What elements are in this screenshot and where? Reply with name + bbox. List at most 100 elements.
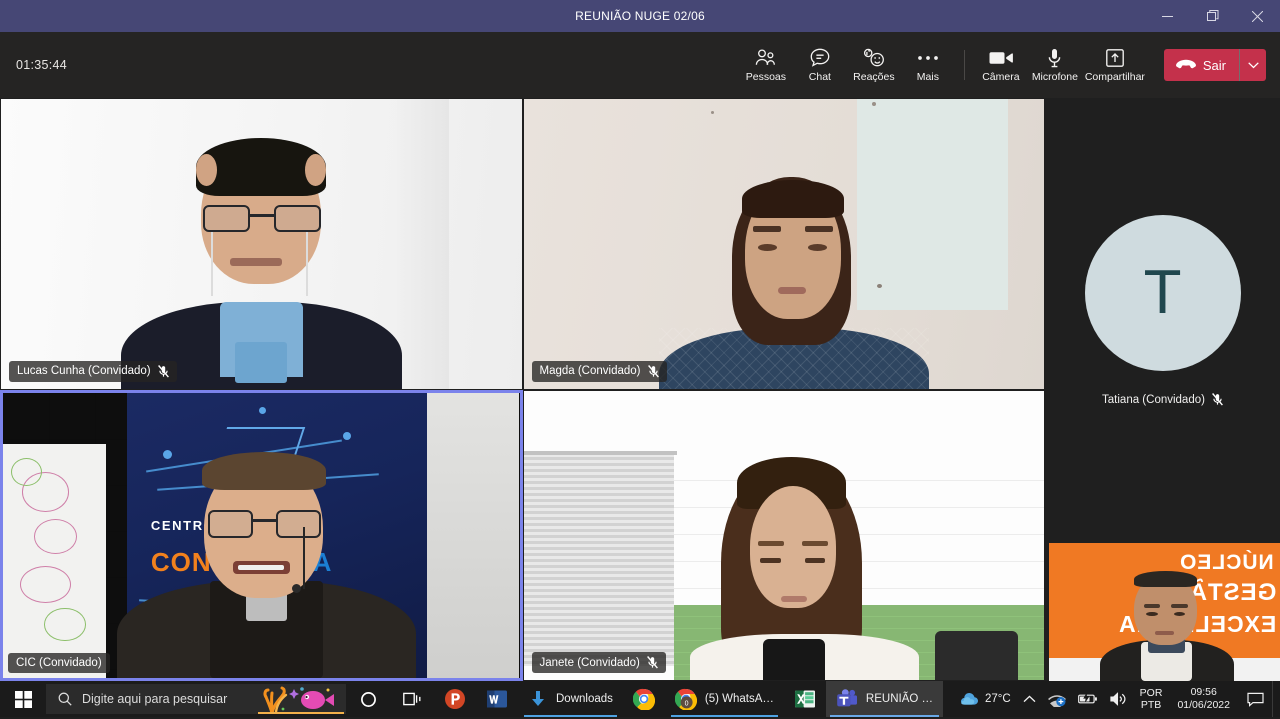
windows-taskbar: Digite aqui para pesquisar Downloads 0 (… (0, 681, 1280, 717)
taskbar-app-whatsapp[interactable]: 0 (5) WhatsA… (665, 681, 784, 717)
microphone-button[interactable]: Microfone (1028, 44, 1082, 87)
minimize-button[interactable] (1145, 0, 1190, 32)
more-button[interactable]: Mais (901, 44, 955, 87)
tray-expand-button[interactable] (1017, 681, 1042, 717)
cortana-circle-icon (360, 691, 376, 707)
search-icon (58, 692, 72, 706)
taskbar-app-word[interactable] (476, 681, 518, 717)
video-feed: CENTRO I CONG A (3, 392, 520, 678)
avatar: T (1084, 215, 1241, 371)
people-icon (755, 48, 776, 68)
video-tile-lucas[interactable]: Lucas Cunha (Convidado) (0, 98, 523, 390)
participant-name-badge: Lucas Cunha (Convidado) (9, 360, 177, 382)
share-button[interactable]: Compartilhar (1082, 44, 1148, 87)
video-tile-cic[interactable]: CENTRO I CONG A CIC (Convidado) (0, 389, 523, 681)
participant-name-badge: Magda (Convidado) (531, 360, 667, 382)
participant-name-badge: Tatiana (Convidado) (1102, 393, 1223, 406)
participant-name-badge: Janete (Convidado) (531, 652, 666, 673)
window-title-bar: REUNIÃO NUGE 02/06 (0, 0, 1280, 32)
camera-icon (989, 48, 1013, 68)
language-indicator[interactable]: POR PTB (1133, 681, 1170, 717)
notification-center-button[interactable] (1238, 681, 1272, 717)
close-button[interactable] (1235, 0, 1280, 32)
taskbar-app-excel[interactable] (784, 681, 826, 717)
cortana-button[interactable] (346, 681, 390, 717)
reactions-button[interactable]: Reações (847, 44, 901, 87)
clock-time: 09:56 (1190, 686, 1217, 699)
chat-label: Chat (808, 70, 831, 83)
weather-widget[interactable]: 27°C (954, 681, 1017, 717)
chat-button[interactable]: Chat (793, 44, 847, 87)
show-desktop-button[interactable] (1272, 681, 1278, 717)
cloud-icon (960, 693, 978, 705)
network-icon (1047, 694, 1066, 707)
chrome-icon (632, 688, 655, 710)
search-placeholder: Digite aqui para pesquisar (82, 692, 228, 706)
video-grid: Lucas Cunha (Convidado) Magda (Convidado… (0, 98, 1045, 681)
mic-muted-icon (647, 364, 659, 378)
network-status-button[interactable] (1042, 681, 1072, 717)
participant-name-badge: CIC (Convidado) (8, 653, 110, 673)
taskbar-app-label: REUNIÃO … (865, 693, 934, 705)
chrome-icon: 0 (674, 688, 697, 710)
task-view-button[interactable] (390, 681, 434, 717)
clock-date: 01/06/2022 (1177, 699, 1230, 711)
taskbar-app-chrome[interactable] (623, 681, 665, 717)
participant-name: Janete (Convidado) (539, 656, 640, 669)
window-controls (1145, 0, 1280, 32)
participant-name: CIC (Convidado) (16, 657, 102, 669)
meeting-timer: 01:35:44 (16, 58, 68, 72)
share-icon (1106, 48, 1124, 68)
video-feed: NÚCLEO GESTÃO EXCELÊNCIA (1049, 543, 1280, 681)
leave-meeting-group: Sair (1163, 49, 1266, 81)
leave-label: Sair (1202, 57, 1226, 73)
people-label: Pessoas (745, 70, 787, 83)
leave-options-button[interactable] (1240, 49, 1266, 81)
windows-logo-icon (14, 690, 32, 708)
camera-button[interactable]: Câmera (974, 44, 1028, 87)
battery-icon (1077, 693, 1097, 704)
excel-icon (794, 690, 815, 708)
fish-coral-icon (258, 686, 344, 714)
close-icon (1252, 10, 1263, 22)
mic-muted-icon (157, 364, 169, 378)
video-tile-magda[interactable]: Magda (Convidado) (522, 98, 1045, 390)
search-input[interactable]: Digite aqui para pesquisar (46, 684, 346, 714)
avatar-initial: T (1143, 258, 1182, 327)
start-button[interactable] (0, 681, 46, 717)
more-label: Mais (916, 70, 939, 83)
participant-name: Tatiana (Convidado) (1102, 393, 1205, 406)
maximize-restore-button[interactable] (1190, 0, 1235, 32)
camera-label: Câmera (982, 70, 1020, 83)
battery-status-button[interactable] (1072, 681, 1104, 717)
video-feed (1, 99, 522, 389)
clock[interactable]: 09:56 01/06/2022 (1169, 681, 1238, 717)
leave-button[interactable]: Sair (1163, 49, 1239, 81)
reactions-icon (863, 48, 885, 68)
meeting-controls: Pessoas Chat Reações Mais Câmera Microfo… (739, 44, 1266, 87)
taskbar-app-label: Downloads (556, 693, 613, 705)
video-tile-janete[interactable]: Janete (Convidado) (522, 389, 1045, 681)
chevron-down-icon (1247, 61, 1259, 68)
svg-text:0: 0 (685, 700, 689, 707)
volume-button[interactable] (1104, 681, 1133, 717)
chat-icon (810, 48, 830, 68)
weather-temperature: 27°C (984, 693, 1011, 705)
participant-tile-tatiana[interactable]: T Tatiana (Convidado) (1045, 98, 1280, 523)
taskbar-app-downloads[interactable]: Downloads (518, 681, 623, 717)
notification-icon (1246, 692, 1264, 707)
hangup-icon (1175, 59, 1196, 69)
language-line-2: PTB (1140, 699, 1162, 711)
word-icon (487, 690, 507, 708)
video-tile-rail[interactable]: NÚCLEO GESTÃO EXCELÊNCIA (1049, 543, 1280, 681)
people-button[interactable]: Pessoas (739, 44, 793, 87)
taskbar-app-powerpoint[interactable] (434, 681, 476, 717)
download-icon (532, 691, 544, 706)
overflow-rail: T Tatiana (Convidado) NÚCLEO GESTÃO EXCE… (1045, 98, 1280, 681)
chevron-up-icon (1023, 695, 1036, 703)
taskbar-app-teams[interactable]: REUNIÃO … (825, 681, 944, 717)
video-feed (523, 99, 1044, 389)
system-tray: 27°C POR PTB 09:56 01/06/2022 (954, 681, 1280, 717)
participant-name: Magda (Convidado) (539, 365, 641, 377)
task-view-icon (402, 692, 420, 706)
